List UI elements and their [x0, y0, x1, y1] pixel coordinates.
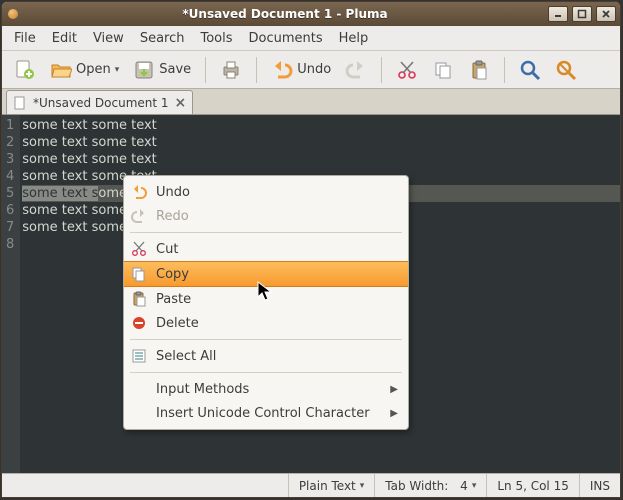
statusbar: Plain Text▾ Tab Width: 4▾ Ln 5, Col 15 I… [2, 473, 620, 497]
chevron-down-icon: ▾ [360, 481, 365, 491]
cut-button[interactable] [390, 55, 424, 85]
chevron-down-icon: ▾ [115, 65, 120, 75]
save-icon [133, 59, 155, 81]
new-doc-icon [14, 59, 36, 81]
ctx-redo-label: Redo [156, 209, 398, 224]
tab-unsaved-document[interactable]: *Unsaved Document 1 × [6, 90, 193, 114]
app-icon [8, 9, 18, 19]
open-button[interactable]: Open ▾ [44, 55, 125, 85]
ctx-separator [130, 232, 402, 233]
ctx-cut-label: Cut [156, 242, 398, 257]
redo-button[interactable] [339, 55, 373, 85]
menu-edit[interactable]: Edit [44, 28, 85, 49]
ctx-select-all[interactable]: Select All [124, 344, 408, 368]
ctx-input-methods[interactable]: Input Methods ▶ [124, 377, 408, 401]
chevron-right-icon: ▶ [390, 384, 398, 395]
print-button[interactable] [214, 55, 248, 85]
cut-icon [130, 240, 148, 258]
open-label: Open [76, 62, 111, 77]
undo-icon [130, 183, 148, 201]
redo-icon [345, 59, 367, 81]
ctx-copy-label: Copy [156, 267, 398, 282]
new-doc-button[interactable] [8, 55, 42, 85]
titlebar: *Unsaved Document 1 - Pluma [2, 2, 620, 26]
maximize-button[interactable] [572, 6, 592, 22]
tab-bar: *Unsaved Document 1 × [2, 89, 620, 115]
undo-icon [271, 59, 293, 81]
menu-documents[interactable]: Documents [241, 28, 331, 49]
ctx-separator [130, 372, 402, 373]
ctx-insert-ucc[interactable]: Insert Unicode Control Character ▶ [124, 401, 408, 425]
save-label: Save [159, 62, 191, 77]
find-icon [519, 59, 541, 81]
ctx-insert-ucc-label: Insert Unicode Control Character [156, 406, 382, 421]
replace-icon [555, 59, 577, 81]
menu-tools[interactable]: Tools [192, 28, 240, 49]
copy-icon [130, 265, 148, 283]
menu-view[interactable]: View [85, 28, 132, 49]
ctx-select-all-label: Select All [156, 349, 398, 364]
paste-icon [130, 290, 148, 308]
ctx-redo: Redo [124, 204, 408, 228]
find-button[interactable] [513, 55, 547, 85]
ctx-cut[interactable]: Cut [124, 237, 408, 261]
redo-icon [130, 207, 148, 225]
ctx-input-methods-label: Input Methods [156, 382, 382, 397]
menu-search[interactable]: Search [132, 28, 193, 49]
status-language[interactable]: Plain Text▾ [288, 474, 374, 497]
undo-label: Undo [297, 62, 331, 77]
toolbar: Open ▾ Save Undo [2, 51, 620, 89]
copy-button[interactable] [426, 55, 460, 85]
undo-button[interactable]: Undo [265, 55, 337, 85]
ctx-paste-label: Paste [156, 292, 398, 307]
ctx-separator [130, 339, 402, 340]
close-button[interactable] [596, 6, 616, 22]
cut-icon [396, 59, 418, 81]
line-gutter: 12345678 [2, 115, 20, 473]
paste-icon [468, 59, 490, 81]
status-insert-mode[interactable]: INS [579, 474, 620, 497]
ctx-copy[interactable]: Copy [124, 261, 408, 287]
window-title: *Unsaved Document 1 - Pluma [22, 7, 548, 21]
ctx-delete[interactable]: Delete [124, 311, 408, 335]
open-icon [50, 59, 72, 81]
toolbar-separator [205, 57, 206, 83]
file-icon [13, 96, 27, 110]
save-button[interactable]: Save [127, 55, 197, 85]
context-menu: Undo Redo Cut Copy Paste Delete Select A… [123, 175, 409, 430]
select-all-icon [130, 347, 148, 365]
chevron-down-icon: ▾ [472, 481, 477, 491]
toolbar-separator [504, 57, 505, 83]
menu-file[interactable]: File [6, 28, 44, 49]
status-tab-width[interactable]: Tab Width: 4▾ [374, 474, 486, 497]
menu-help[interactable]: Help [331, 28, 377, 49]
delete-icon [130, 314, 148, 332]
copy-icon [432, 59, 454, 81]
ctx-delete-label: Delete [156, 316, 398, 331]
replace-button[interactable] [549, 55, 583, 85]
menubar: File Edit View Search Tools Documents He… [2, 26, 620, 51]
chevron-right-icon: ▶ [390, 408, 398, 419]
minimize-button[interactable] [548, 6, 568, 22]
ctx-undo[interactable]: Undo [124, 180, 408, 204]
toolbar-separator [256, 57, 257, 83]
paste-button[interactable] [462, 55, 496, 85]
status-cursor-position: Ln 5, Col 15 [486, 474, 579, 497]
ctx-paste[interactable]: Paste [124, 287, 408, 311]
print-icon [220, 59, 242, 81]
tab-label: *Unsaved Document 1 [33, 96, 169, 110]
ctx-undo-label: Undo [156, 185, 398, 200]
tab-close-icon[interactable]: × [175, 96, 187, 110]
toolbar-separator [381, 57, 382, 83]
